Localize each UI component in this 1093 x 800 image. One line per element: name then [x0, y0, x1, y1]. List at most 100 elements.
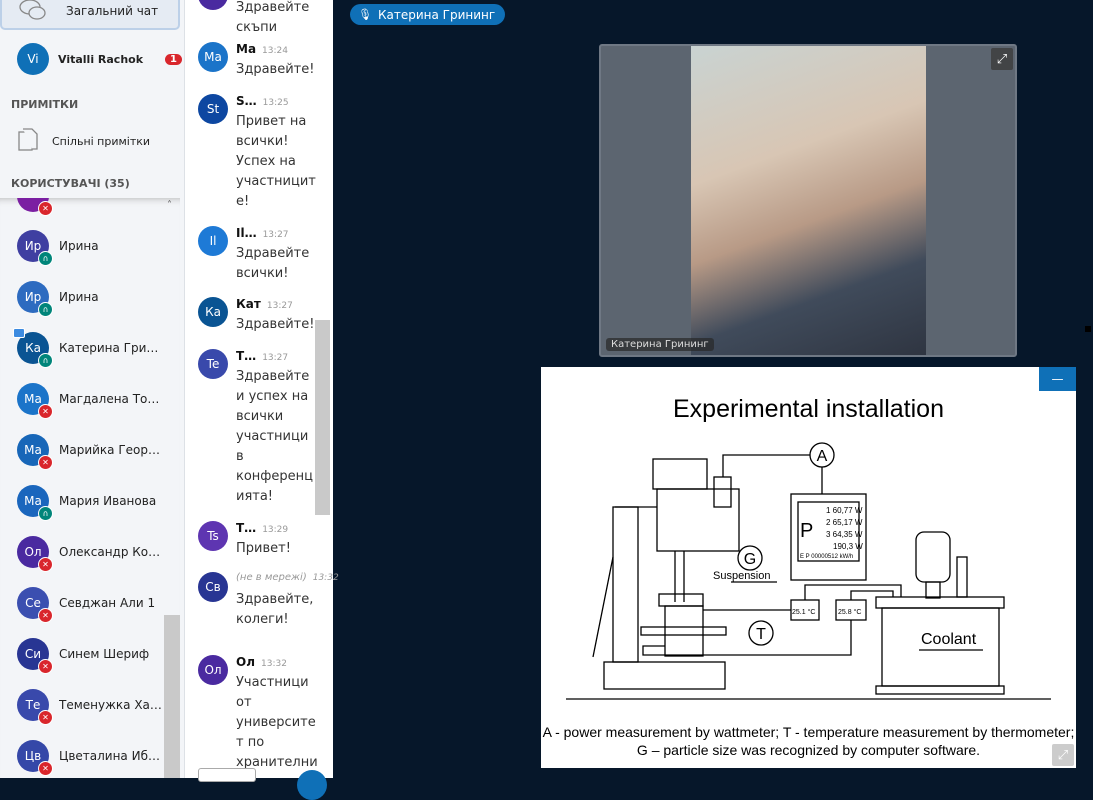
webcam-feed — [691, 46, 926, 355]
user-list-item[interactable]: Ма ∩ Мария Иванова — [17, 485, 167, 521]
notes-header: ПРИМІТКИ — [11, 98, 79, 111]
avatar-initials: Си — [24, 647, 42, 661]
webcam-video[interactable]: Катерина Грининг ⤢ — [599, 44, 1017, 357]
user-name: Магдалена Тодорова — [59, 392, 166, 406]
user-name: Севджан Али 1 — [59, 596, 156, 610]
chat-scroll-thumb[interactable] — [315, 320, 330, 515]
user-list-item[interactable]: Ол ✕ Олександр Козлов — [17, 536, 167, 572]
message-author: Кат — [236, 297, 261, 311]
avatar: Te — [198, 349, 228, 379]
presentation-slide: — Experimental installation A G T Suspen… — [541, 367, 1076, 768]
user-list-item[interactable]: Ка ∩ Катерина Грининг — [13, 328, 167, 368]
talking-indicator: 🎙 Катерина Грининг — [350, 4, 506, 25]
message-text: Участници от университет по хранителни — [236, 675, 318, 770]
headphones-icon: ∩ — [38, 506, 53, 521]
installation-diagram: A G T Suspension Coolant P 1 60,77 W 2 6… — [566, 442, 1051, 700]
user-name: Олександр Козлов — [59, 545, 166, 559]
user-list: ✕ Ир ∩ Ирина Ир ∩ Ирина Ка ∩ Катерина Грининг Ма ✕… — [0, 198, 180, 778]
avatar-initials: Се — [25, 596, 41, 610]
message-author: Ма — [236, 42, 257, 56]
message-text: Здравейте и успех на всички участници в … — [236, 369, 314, 504]
muted-mic-icon: ✕ — [38, 404, 53, 419]
avatar: Те ✕ — [17, 689, 53, 725]
message-time: 13:32 — [261, 659, 287, 669]
scroll-up-icon[interactable]: ˄ — [167, 200, 172, 211]
chat-input[interactable] — [198, 768, 256, 782]
avatar: Ир ∩ — [17, 230, 53, 266]
user-name: Цветалина Ибрямова — [59, 749, 166, 763]
users-panel: Загальний чат Vi Vitalli Rachok 1 ПРИМІТ… — [0, 0, 185, 778]
avatar-initials: Ка — [25, 341, 41, 355]
message-time: 13:32 — [312, 573, 339, 583]
user-list-item[interactable]: Ир ∩ Ирина — [17, 230, 167, 266]
message-time: 13:27 — [262, 353, 289, 363]
user-name: Марийка Георгиева — [59, 443, 166, 457]
user-list-item[interactable]: Ма✕ Марийка Георгиева — [17, 434, 167, 470]
avatar: Il — [198, 226, 228, 256]
headphones-icon: ∩ — [38, 353, 53, 368]
user-list-item[interactable]: Ир ∩ Ирина — [17, 281, 167, 317]
avatar: Си ✕ — [17, 638, 53, 674]
avatar: ✕ — [17, 198, 53, 216]
chat-bubbles-icon — [19, 0, 46, 20]
fullscreen-icon[interactable]: ⤢ — [1052, 744, 1074, 766]
avatar-initials: Ма — [24, 392, 42, 406]
avatar-initials: Ир — [24, 239, 42, 253]
speaker-name: Катерина Грининг — [377, 7, 496, 22]
avatar — [198, 0, 228, 10]
avatar: Ол ✕ — [17, 536, 53, 572]
meter-line: 1 60,77 W — [826, 506, 863, 515]
message-text: Здравейте, колеги! — [236, 592, 314, 627]
user-list-item[interactable]: Те✕ Теменужка Харизанова — [17, 689, 167, 725]
avatar: Ма ✕ — [17, 434, 53, 470]
user-list-scroll-thumb[interactable] — [164, 615, 180, 778]
avatar: Цв ✕ — [17, 740, 53, 776]
avatar: Ма — [198, 42, 228, 72]
shared-notes-item[interactable]: Спільні примітки — [18, 128, 150, 154]
user-name: Теменужка Харизанова — [59, 698, 166, 712]
muted-mic-icon: ✕ — [38, 761, 53, 776]
muted-mic-icon: ✕ — [38, 557, 53, 572]
user-list-item[interactable]: Ма✕ Магдалена Тодорова — [17, 383, 167, 419]
public-chat-button[interactable]: Загальний чат — [0, 0, 180, 30]
public-chat-label: Загальний чат — [66, 4, 159, 18]
avatar: Св — [198, 572, 228, 602]
avatar: Ир ∩ — [17, 281, 53, 317]
muted-mic-icon: ✕ — [38, 710, 53, 725]
microphone-icon: 🎙 — [358, 8, 372, 21]
user-list-item[interactable]: Цв✕ Цветалина Ибрямова — [17, 740, 167, 776]
thermometer-2: 25.8 °C — [838, 608, 861, 616]
message-author: T… — [236, 521, 257, 535]
message-author: Ол — [236, 655, 255, 669]
avatar-initials: Ма — [24, 494, 42, 508]
presenter-icon — [13, 328, 25, 338]
private-chat-item[interactable]: Vi Vitalli Rachok 1 — [17, 43, 182, 75]
send-button[interactable] — [297, 770, 327, 800]
user-name: Мария Иванова — [59, 494, 157, 508]
muted-mic-icon: ✕ — [38, 608, 53, 623]
avatar: Ол — [198, 655, 228, 685]
label-a: A — [817, 448, 828, 465]
message-time: 13:24 — [262, 46, 288, 56]
headphones-icon: ∩ — [38, 251, 53, 266]
message-time: 13:27 — [262, 230, 289, 240]
message-text: Здравейте! — [236, 317, 315, 332]
user-list-item[interactable]: Си ✕ Синем Шериф — [17, 638, 167, 674]
user-list-item[interactable]: Се ✕ Севджан Али 1 — [17, 587, 167, 623]
private-chat-name: Vitalli Rachok — [58, 52, 144, 66]
avatar: Vi — [17, 43, 49, 75]
user-name: Ирина — [59, 239, 99, 253]
avatar-initials: Цв — [24, 749, 42, 763]
users-header: КОРИСТУВАЧІ (35) — [11, 177, 130, 190]
shared-notes-label: Спільні примітки — [52, 134, 151, 148]
avatar: Се ✕ — [17, 587, 53, 623]
document-icon — [18, 128, 38, 151]
fullscreen-icon[interactable]: ⤢ — [991, 48, 1013, 70]
meter-line: 2 65,17 W — [826, 518, 863, 527]
label-t: T — [756, 626, 766, 643]
message-author: Il… — [236, 226, 257, 240]
message-author: S… — [236, 94, 257, 108]
chat-panel: Здравейте скъпи Ма Ма 13:24 Здравейте! St S… 13… — [185, 0, 339, 778]
avatar: Ts — [198, 521, 228, 551]
video-user-label: Катерина Грининг — [606, 338, 714, 351]
